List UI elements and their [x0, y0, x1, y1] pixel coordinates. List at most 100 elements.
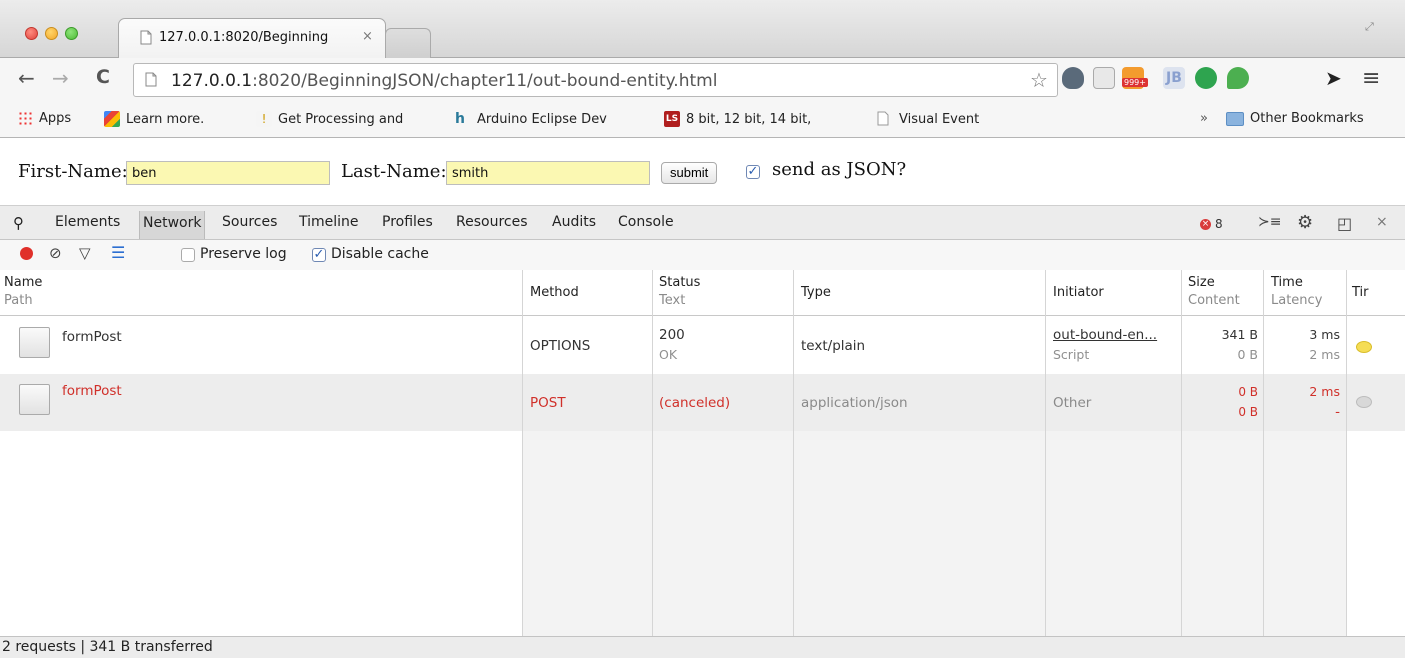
tab-resources[interactable]: Resources — [456, 214, 528, 230]
bookmark-label: Visual Event — [899, 111, 980, 127]
bookmark-star-icon[interactable]: ☆ — [1030, 68, 1048, 92]
row-status: 200 — [659, 327, 685, 343]
bookmark-label: 8 bit, 12 bit, 14 bit, — [686, 111, 812, 127]
document-icon — [140, 30, 152, 49]
table-header: Name Path Method Status Text Type Initia… — [0, 270, 1405, 316]
bookmark-label: Apps — [39, 111, 72, 126]
minimize-window-button[interactable] — [45, 27, 58, 40]
dock-icon[interactable]: ◰ — [1337, 214, 1352, 233]
header-type[interactable]: Type — [801, 284, 831, 302]
close-devtools-icon[interactable]: × — [1376, 214, 1388, 230]
header-sublabel: Path — [4, 293, 33, 308]
bookmark-apps[interactable]: Apps — [18, 111, 71, 126]
tab-timeline[interactable]: Timeline — [299, 214, 359, 230]
row-name: formPost — [62, 383, 122, 399]
table-row[interactable]: formPost OPTIONS 200 OK text/plain out-b… — [0, 317, 1405, 374]
reload-icon[interactable]: C — [96, 66, 110, 88]
row-latency: 2 ms — [1309, 347, 1340, 362]
header-label: Size — [1188, 275, 1215, 290]
header-status[interactable]: Status Text — [659, 274, 700, 310]
tab-console[interactable]: Console — [618, 214, 674, 230]
row-status-text: OK — [659, 347, 678, 362]
chrome-menu-icon[interactable]: ≡ — [1362, 66, 1380, 91]
header-time[interactable]: Time Latency — [1271, 274, 1322, 310]
table-empty-area — [522, 430, 1346, 636]
linkedin-icon[interactable] — [1093, 67, 1115, 89]
new-tab-button[interactable] — [385, 28, 431, 58]
column-divider[interactable] — [1181, 270, 1182, 636]
pointer-extension-icon[interactable]: ➤ — [1325, 67, 1347, 89]
list-view-icon[interactable]: ☰ — [111, 243, 125, 262]
network-summary: 2 requests | 341 B transferred — [0, 636, 1405, 658]
disable-cache-checkbox[interactable]: ✓ — [312, 248, 326, 262]
pocket-icon[interactable] — [1062, 67, 1084, 89]
apps-grid-icon — [18, 111, 33, 126]
first-name-input[interactable] — [126, 161, 330, 185]
header-size[interactable]: Size Content — [1188, 274, 1240, 310]
send-as-json-checkbox[interactable]: ✓ — [746, 165, 760, 179]
bookmark-arduino[interactable]: h Arduino Eclipse Dev — [455, 111, 607, 127]
row-initiator: Other — [1053, 395, 1092, 411]
header-name[interactable]: Name Path — [4, 274, 42, 310]
preserve-log-checkbox[interactable] — [181, 248, 195, 262]
d-extension-icon[interactable] — [1195, 67, 1217, 89]
timing-bar — [1356, 341, 1372, 353]
tab-network[interactable]: Network — [139, 211, 206, 239]
bookmark-label: Get Processing and — [278, 111, 404, 127]
jb-icon[interactable]: JB — [1163, 67, 1185, 89]
fullscreen-icon[interactable]: ⤢ — [1365, 20, 1374, 34]
address-bar[interactable]: 127.0.0.1:8020/BeginningJSON/chapter11/o… — [133, 63, 1058, 97]
tab-elements[interactable]: Elements — [55, 214, 120, 230]
column-divider[interactable] — [793, 270, 794, 636]
bookmark-processing[interactable]: ! Get Processing and — [256, 111, 403, 127]
header-initiator[interactable]: Initiator — [1053, 284, 1104, 302]
header-timeline[interactable]: Tir — [1352, 284, 1369, 302]
rss-icon[interactable]: 999+ — [1122, 67, 1148, 89]
bookmark-8bit[interactable]: LS 8 bit, 12 bit, 14 bit, — [664, 111, 811, 127]
tab-audits[interactable]: Audits — [552, 214, 596, 230]
row-type: application/json — [801, 395, 908, 411]
row-method: POST — [530, 395, 566, 411]
settings-gear-icon[interactable]: ⚙ — [1297, 212, 1313, 233]
network-table: Name Path Method Status Text Type Initia… — [0, 270, 1405, 636]
column-divider[interactable] — [522, 270, 523, 636]
tab-sources[interactable]: Sources — [222, 214, 277, 230]
back-icon[interactable]: ← — [18, 66, 35, 90]
close-window-button[interactable] — [25, 27, 38, 40]
last-name-label: Last-Name: — [341, 161, 447, 182]
row-initiator-sub: Script — [1053, 347, 1090, 362]
bookmark-learn-more[interactable]: Learn more. — [104, 111, 204, 127]
row-time: 2 ms — [1309, 384, 1340, 399]
url-text[interactable]: 127.0.0.1:8020/BeginningJSON/chapter11/o… — [171, 71, 717, 91]
column-divider[interactable] — [1346, 270, 1347, 636]
file-icon — [19, 327, 50, 358]
column-divider[interactable] — [1263, 270, 1264, 636]
tab-profiles[interactable]: Profiles — [382, 214, 433, 230]
search-icon[interactable]: ⚲ — [13, 214, 24, 232]
row-initiator-link[interactable]: out-bound-en... — [1053, 325, 1157, 345]
bookmarks-overflow[interactable]: » — [1200, 111, 1208, 126]
column-divider[interactable] — [1045, 270, 1046, 636]
error-count: 8 — [1215, 217, 1223, 231]
filter-icon[interactable]: ▽ — [79, 244, 91, 262]
forward-icon[interactable]: → — [52, 66, 69, 90]
close-tab-icon[interactable]: × — [362, 29, 373, 44]
file-icon — [19, 384, 50, 415]
bookmark-visual-event[interactable]: Visual Event — [877, 111, 979, 127]
column-divider[interactable] — [652, 270, 653, 636]
error-count-badge[interactable]: × 8 — [1200, 217, 1223, 231]
bookmark-other[interactable]: Other Bookmarks — [1226, 111, 1364, 126]
browser-tab[interactable]: 127.0.0.1:8020/Beginning × — [118, 18, 386, 58]
last-name-input[interactable] — [446, 161, 650, 185]
header-method[interactable]: Method — [530, 284, 579, 302]
console-drawer-icon[interactable]: ≻≡ — [1258, 214, 1281, 230]
row-size: 0 B — [1238, 385, 1258, 399]
table-row[interactable]: formPost POST (canceled) application/jso… — [0, 374, 1405, 431]
zoom-window-button[interactable] — [65, 27, 78, 40]
evernote-icon[interactable] — [1227, 67, 1249, 89]
record-icon[interactable] — [20, 247, 33, 260]
folder-icon — [1226, 111, 1244, 126]
clear-icon[interactable]: ⊘ — [49, 244, 62, 262]
network-toolbar: ⊘ ▽ ☰ Preserve log ✓ Disable cache — [0, 240, 1405, 270]
submit-button[interactable]: submit — [661, 162, 718, 184]
